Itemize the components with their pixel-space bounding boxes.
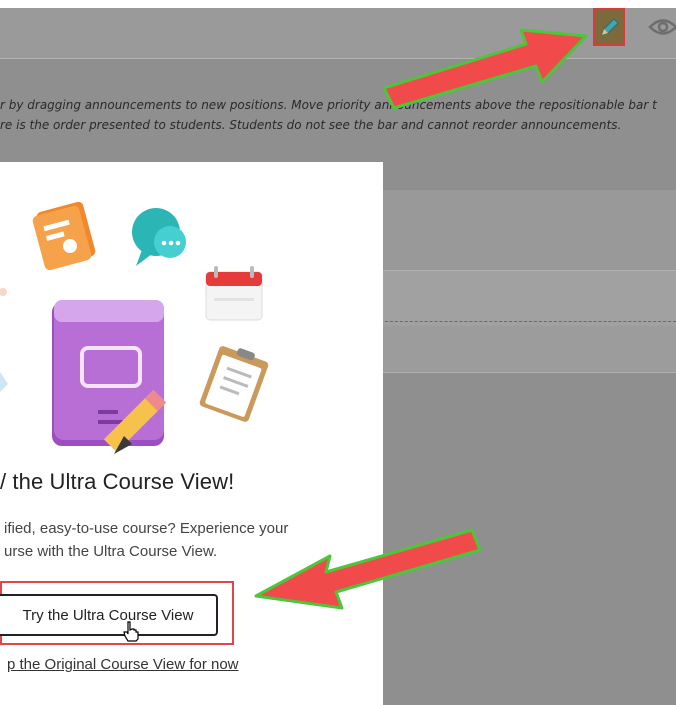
ultra-course-view-modal: / the Ultra Course View! ified, easy-to-…: [0, 162, 383, 705]
hand-cursor-icon: [123, 621, 139, 642]
modal-description-line-1: ified, easy-to-use course? Experience yo…: [4, 520, 289, 537]
repositionable-bar: [370, 321, 676, 322]
partial-illustration-left: [0, 372, 8, 392]
announcement-panel: [370, 190, 676, 270]
edit-mode-button[interactable]: [593, 8, 625, 46]
top-strip: [0, 0, 676, 8]
instructions-line-2: re is the order presented to students. S…: [0, 118, 622, 132]
book-icon: [52, 300, 164, 446]
presentation-icon: [32, 201, 96, 271]
partial-dot-left: [0, 288, 7, 296]
try-ultra-course-view-button[interactable]: Try the Ultra Course View: [0, 594, 218, 636]
course-illustration: [0, 201, 269, 454]
eye-icon: [648, 19, 676, 35]
clipboard-icon: [199, 346, 269, 422]
announcement-band-2: [370, 326, 676, 373]
calendar-icon: [205, 266, 263, 321]
keep-original-course-view-link[interactable]: p the Original Course View for now: [7, 656, 239, 673]
modal-description-line-2: urse with the Ultra Course View.: [4, 543, 218, 560]
modal-description: ified, easy-to-use course? Experience yo…: [4, 517, 288, 563]
pencil-icon: [601, 18, 619, 36]
announcement-band: [370, 270, 676, 326]
chat-icon: [132, 208, 186, 266]
modal-title: / the Ultra Course View!: [0, 469, 235, 494]
annotation-arrow-top: [382, 28, 588, 110]
student-preview-button[interactable]: [648, 14, 676, 40]
annotation-arrow-bottom: [254, 528, 482, 610]
